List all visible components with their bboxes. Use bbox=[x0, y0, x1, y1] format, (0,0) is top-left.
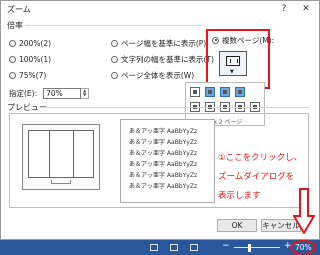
percent-label: 指定(E): bbox=[9, 89, 38, 98]
radio-100-percent[interactable]: 100%(1) bbox=[9, 53, 51, 65]
monitor-stand bbox=[51, 180, 71, 184]
status-bar: − + 70% bbox=[0, 240, 320, 255]
zoom-out-button[interactable]: − bbox=[222, 241, 230, 251]
radio-circle[interactable] bbox=[9, 39, 16, 47]
magnification-separator bbox=[25, 25, 201, 26]
sample-text-line: あ＆アッ亜字 AaBbYyZz bbox=[129, 172, 198, 179]
preview-page: あ＆アッ亜字 AaBbYyZz あ＆アッ亜字 AaBbYyZz あ＆アッ亜字 A… bbox=[120, 119, 215, 203]
sample-text-line: あ＆アッ亜字 AaBbYyZz bbox=[129, 183, 198, 190]
print-layout-icon[interactable] bbox=[170, 244, 178, 251]
preview-separator bbox=[41, 107, 309, 108]
radio-whole-page[interactable]: ページ全体を表示(W) bbox=[111, 69, 194, 81]
radio-multi-page[interactable]: 複数ページ(M): bbox=[212, 34, 274, 46]
radio-circle[interactable] bbox=[9, 71, 16, 79]
sample-text-line: あ＆アッ亜字 AaBbYyZz bbox=[129, 150, 198, 157]
web-layout-icon[interactable] bbox=[190, 244, 198, 251]
multi-page-picker-button[interactable]: ▼ bbox=[219, 51, 247, 76]
grid-cell[interactable] bbox=[190, 87, 200, 97]
radio-200-label: 200%(2) bbox=[19, 38, 52, 48]
radio-circle[interactable] bbox=[212, 36, 219, 44]
radio-circle[interactable] bbox=[111, 71, 118, 79]
preview-monitor-image bbox=[22, 124, 100, 190]
radio-75-percent[interactable]: 75%(7) bbox=[9, 69, 46, 81]
annotation-line: ①ここをクリックし、 bbox=[218, 153, 303, 163]
radio-circle[interactable] bbox=[111, 55, 118, 63]
sample-text-line: あ＆アッ亜字 AaBbYyZz bbox=[129, 139, 198, 146]
monitor-icon bbox=[226, 56, 240, 66]
percent-spinner[interactable]: ▲ ▼ bbox=[81, 88, 90, 99]
ok-button[interactable]: OK bbox=[217, 219, 257, 232]
percent-input[interactable]: 70% bbox=[43, 88, 82, 99]
grid-cell-selected[interactable] bbox=[205, 87, 215, 97]
percent-row: 指定(E): 70% ▲ ▼ bbox=[9, 87, 90, 100]
radio-text-width-label: 文字列の幅を基準に表示(T) bbox=[121, 54, 214, 64]
chevron-down-icon: ▼ bbox=[230, 69, 234, 75]
sample-text-line: あ＆アッ亜字 AaBbYyZz bbox=[129, 128, 198, 135]
zoom-slider[interactable] bbox=[234, 247, 280, 248]
help-button[interactable]: ? bbox=[273, 2, 295, 16]
radio-multi-page-label: 複数ページ(M): bbox=[222, 35, 275, 45]
radio-page-width[interactable]: ページ幅を基準に表示(P) bbox=[111, 37, 206, 49]
down-arrow-icon bbox=[293, 188, 315, 234]
sample-text-line: あ＆アッ亜字 AaBbYyZz bbox=[129, 161, 198, 168]
radio-75-label: 75%(7) bbox=[19, 70, 47, 80]
magnification-group-label: 倍率 bbox=[7, 21, 23, 30]
radio-100-label: 100%(1) bbox=[19, 54, 52, 64]
radio-circle[interactable] bbox=[111, 39, 118, 47]
radio-text-width[interactable]: 文字列の幅を基準に表示(T) bbox=[111, 53, 214, 65]
zoom-slider-thumb[interactable] bbox=[248, 244, 252, 252]
grid-cell-selected[interactable] bbox=[220, 87, 230, 97]
radio-200-percent[interactable]: 200%(2) bbox=[9, 37, 51, 49]
close-button[interactable]: ✕ bbox=[295, 2, 317, 16]
radio-page-width-label: ページ幅を基準に表示(P) bbox=[121, 38, 207, 48]
radio-circle[interactable] bbox=[9, 55, 16, 63]
zoom-percent-highlight bbox=[290, 240, 316, 255]
dialog-title: ズーム bbox=[7, 5, 31, 14]
title-bar: ズーム ? ✕ bbox=[1, 1, 319, 17]
read-mode-icon[interactable] bbox=[150, 244, 158, 251]
radio-whole-page-label: ページ全体を表示(W) bbox=[121, 70, 195, 80]
grid-cell-selected[interactable] bbox=[235, 87, 245, 97]
annotation-line: ズームダイアログを bbox=[218, 172, 295, 182]
monitor-screen bbox=[28, 130, 94, 178]
